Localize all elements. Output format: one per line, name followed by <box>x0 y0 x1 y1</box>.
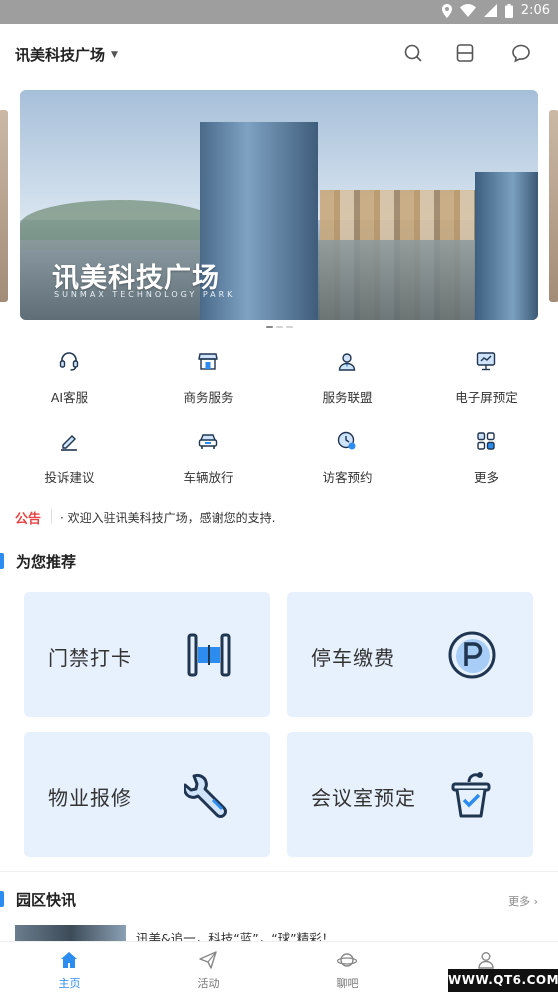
indicator-dot <box>286 326 293 328</box>
shop-icon <box>198 353 218 370</box>
indicator-dot <box>276 326 283 328</box>
person-badge-icon <box>338 353 356 371</box>
card-label: 停车缴费 <box>311 646 395 670</box>
tab-label: 主页 <box>58 977 81 990</box>
tab-chat[interactable]: 聊吧 <box>278 942 417 993</box>
tab-label: 活动 <box>197 977 220 990</box>
location-selector[interactable]: 讯美科技广场 ▼ <box>15 44 118 65</box>
service-label: AI客服 <box>50 390 89 405</box>
service-alliance[interactable]: 服务联盟 <box>278 346 417 406</box>
visitor-clock-icon <box>337 431 356 450</box>
door-access-icon <box>187 633 231 677</box>
tab-home[interactable]: 主页 <box>0 942 139 993</box>
service-visitor-booking[interactable]: 访客预约 <box>278 426 417 486</box>
card-meeting-room-booking[interactable]: 会议室预定 <box>287 732 533 857</box>
service-label: 电子屏预定 <box>455 390 518 405</box>
podium-icon <box>451 772 491 818</box>
paper-plane-icon <box>199 951 217 969</box>
wrench-icon <box>184 773 227 818</box>
service-label: 更多 <box>473 470 499 485</box>
service-label: 服务联盟 <box>322 390 373 405</box>
status-time: 2:06 <box>520 3 550 18</box>
location-name: 讯美科技广场 <box>15 46 106 64</box>
notice-text: · 欢迎入驻讯美科技广场，感谢您的支持. <box>60 511 276 525</box>
card-property-repair[interactable]: 物业报修 <box>24 732 270 857</box>
watermark: WWW.QT6.COM <box>448 969 558 992</box>
wifi-icon <box>459 4 476 17</box>
banner-subtitle: SUNMAX TECHNOLOGY PARK <box>54 290 236 299</box>
service-vehicle-release[interactable]: 车辆放行 <box>139 426 278 486</box>
service-label: 访客预约 <box>322 470 373 485</box>
card-label: 物业报修 <box>48 786 132 810</box>
service-label: 投诉建议 <box>44 470 95 485</box>
car-icon <box>198 434 218 449</box>
message-icon[interactable] <box>510 42 532 64</box>
user-icon <box>478 952 494 969</box>
grid-more-icon <box>477 432 495 450</box>
search-icon[interactable] <box>402 42 424 64</box>
card-parking-payment[interactable]: 停车缴费 <box>287 592 533 717</box>
location-icon <box>441 3 452 18</box>
parking-icon <box>448 631 496 679</box>
screen-chart-icon <box>476 352 496 371</box>
pen-icon <box>61 435 77 451</box>
recommend-section-title: 为您推荐 <box>0 551 200 571</box>
banner-carousel[interactable]: 讯美科技广场 SUNMAX TECHNOLOGY PARK <box>0 90 558 328</box>
indicator-dot <box>266 326 273 328</box>
carousel-indicator <box>266 326 293 328</box>
notice-divider <box>51 509 52 524</box>
status-bar: 2:06 <box>0 0 558 24</box>
card-label: 门禁打卡 <box>48 646 132 670</box>
card-label: 会议室预定 <box>311 786 416 810</box>
scan-icon[interactable] <box>454 42 476 64</box>
news-more-link[interactable]: 更多 › <box>508 893 538 909</box>
banner-next-peek <box>549 110 558 302</box>
chevron-right-icon: › <box>533 895 538 908</box>
notice-bar[interactable]: 公告 · 欢迎入驻讯美科技广场，感谢您的支持. <box>0 503 558 529</box>
service-more[interactable]: 更多 <box>417 426 556 486</box>
banner-slide[interactable]: 讯美科技广场 SUNMAX TECHNOLOGY PARK <box>20 90 538 320</box>
signal-icon <box>483 4 497 17</box>
notice-tag: 公告 <box>15 512 42 527</box>
service-screen-booking[interactable]: 电子屏预定 <box>417 346 556 406</box>
service-business[interactable]: 商务服务 <box>139 346 278 406</box>
section-accent-bar <box>0 553 4 569</box>
card-door-access[interactable]: 门禁打卡 <box>24 592 270 717</box>
section-divider <box>0 871 558 872</box>
banner-prev-peek <box>0 110 8 302</box>
service-ai-support[interactable]: AI客服 <box>0 346 139 406</box>
tab-activity[interactable]: 活动 <box>139 942 278 993</box>
service-label: 商务服务 <box>183 390 234 405</box>
caret-down-icon: ▼ <box>111 49 118 60</box>
section-accent-bar <box>0 891 4 907</box>
planet-icon <box>337 953 357 967</box>
banner-tower-right <box>475 172 538 320</box>
home-icon <box>61 952 77 968</box>
battery-icon <box>504 3 513 18</box>
tab-label: 聊吧 <box>336 977 359 990</box>
news-section-title: 园区快讯 <box>0 889 200 909</box>
headset-icon <box>59 352 79 371</box>
top-bar: 讯美科技广场 ▼ <box>0 24 558 82</box>
service-label: 车辆放行 <box>183 470 234 485</box>
service-complaint[interactable]: 投诉建议 <box>0 426 139 486</box>
